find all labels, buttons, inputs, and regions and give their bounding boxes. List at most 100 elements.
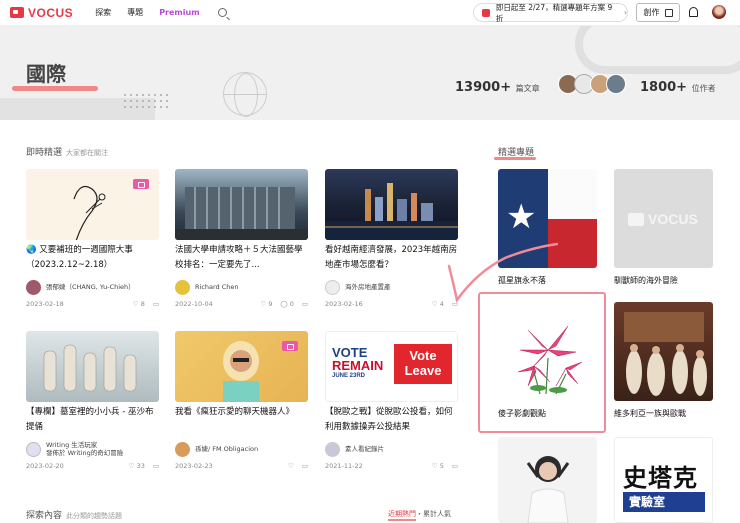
- topic-card[interactable]: VOCUS 馴獸師的海外冒險: [614, 169, 713, 286]
- vote-remain-graphic: VOTE REMAIN JUNE 23RD: [332, 346, 392, 380]
- vocus-logo[interactable]: VOCUS: [10, 6, 73, 20]
- top-bar: VOCUS 探索 專題 Premium: [0, 0, 740, 26]
- article-thumbnail[interactable]: [325, 169, 458, 240]
- victorian-painting-image[interactable]: [614, 302, 713, 401]
- placeholder-logo-icon: [628, 212, 644, 226]
- article-card[interactable]: 法國大學申請攻略＋５大法國藝學校排名：一定要先了... Richard Chen…: [175, 169, 308, 308]
- bookmark-icon[interactable]: ▭: [302, 462, 308, 470]
- comment-icon[interactable]: ◯ 0: [280, 300, 293, 308]
- heart-icon[interactable]: ♡ 9: [260, 300, 272, 308]
- article-meta: 2023-02-16 ♡ 4 ▭: [325, 300, 458, 308]
- article-date: 2023-02-16: [325, 300, 363, 308]
- heart-icon[interactable]: ♡: [288, 462, 294, 470]
- bookmark-icon[interactable]: ▭: [452, 462, 458, 470]
- article-author[interactable]: 孫婕/ FM Obligacion: [175, 441, 308, 457]
- topic-card[interactable]: 維多利亞一族與歐戰: [614, 302, 713, 419]
- topic-label[interactable]: 馴獸師的海外冒險: [614, 275, 713, 286]
- topic-card[interactable]: 史塔克 實驗室: [614, 437, 713, 523]
- article-author[interactable]: 海外房地產置產: [325, 279, 458, 295]
- author-name: Richard Chen: [195, 283, 239, 291]
- bookmark-icon[interactable]: ▭: [302, 300, 308, 308]
- topic-card[interactable]: [498, 437, 597, 523]
- author-avatar: [175, 441, 190, 457]
- hero-dot-grid: [122, 92, 172, 108]
- promo-text: 即日起至 2/27，精選專題年方案 9 折: [495, 2, 613, 23]
- heart-icon[interactable]: ♡ 33: [129, 462, 145, 470]
- article-title[interactable]: 我看《瘋狂示愛的聊天機器人》: [175, 405, 308, 436]
- painting-figures: [624, 312, 707, 396]
- nav-explore[interactable]: 探索: [95, 7, 111, 18]
- tab-separator: ・: [416, 510, 423, 518]
- tab-recent-hot[interactable]: 近期熱門: [388, 510, 416, 521]
- article-date: 2023-02-23: [175, 462, 213, 470]
- author-avatar: [175, 279, 190, 295]
- article-title[interactable]: 【專欄】墓室裡的小小兵 - 巫沙布提俑: [26, 405, 159, 436]
- explore-heading-text: 探索內容: [26, 511, 63, 521]
- article-thumbnail[interactable]: [26, 169, 159, 240]
- article-card[interactable]: 【專欄】墓室裡的小小兵 - 巫沙布提俑 Writing 生活玩家 發佈於 Writ…: [26, 331, 159, 470]
- figurines-image: [43, 344, 137, 392]
- edit-icon: [664, 8, 673, 17]
- article-count-value: 13900+: [455, 80, 512, 95]
- sort-tabs: 近期熱門・累計人氣: [388, 509, 451, 521]
- premium-lock-icon: [133, 179, 149, 189]
- article-card[interactable]: 我看《瘋狂示愛的聊天機器人》 孫婕/ FM Obligacion 2023-02…: [175, 331, 308, 470]
- user-avatar[interactable]: [712, 5, 726, 19]
- stark-lab-subtitle: 實驗室: [623, 492, 705, 512]
- article-title[interactable]: 法國大學申請攻略＋５大法國藝學校排名：一定要先了...: [175, 243, 308, 274]
- heart-icon[interactable]: ♡ 4: [432, 300, 444, 308]
- article-author[interactable]: Richard Chen: [175, 279, 308, 295]
- nav-topics[interactable]: 專題: [127, 7, 143, 18]
- explore-heading: 探索內容 此分類的趨勢話題: [26, 508, 122, 521]
- article-count-unit: 篇文章: [515, 84, 540, 93]
- article-thumbnail[interactable]: [175, 331, 308, 402]
- globe-icon: [223, 72, 267, 117]
- article-count: 13900+ 篇文章: [455, 80, 540, 95]
- stark-lab-image[interactable]: 史塔克 實驗室: [614, 437, 713, 523]
- article-thumbnail[interactable]: VOTE REMAIN JUNE 23RD Vote Leave: [325, 331, 458, 402]
- logo-icon: [10, 7, 24, 18]
- latest-heading-text: 即時精選: [26, 148, 63, 158]
- article-date: 2023-02-20: [26, 462, 64, 470]
- create-button[interactable]: 創作: [636, 3, 680, 22]
- article-thumbnail[interactable]: [26, 331, 159, 402]
- girl-photo-image[interactable]: [498, 437, 597, 523]
- article-card[interactable]: 🌏 又要補班的一週國際大事（2023.2.12~2.18） 張郁婕（CHANG,…: [26, 169, 159, 308]
- article-author[interactable]: Writing 生活玩家 發佈於 Writing的奇幻冒險: [26, 441, 159, 457]
- author-avatar[interactable]: [606, 74, 626, 94]
- article-date: 2022-10-04: [175, 300, 213, 308]
- author-name: 素人看紀錄片: [345, 445, 384, 453]
- heart-icon[interactable]: ♡ 5: [432, 462, 444, 470]
- topic-thumbnail[interactable]: VOCUS: [614, 169, 713, 268]
- star-icon: ★: [506, 197, 537, 237]
- article-author[interactable]: 張郁婕（CHANG, Yu-Chieh）: [26, 279, 159, 295]
- bookmark-icon[interactable]: ▭: [153, 300, 159, 308]
- like-count: 8: [140, 300, 145, 308]
- tab-popular[interactable]: 累計人氣: [423, 510, 451, 518]
- article-title[interactable]: 看好越南經濟發展，2023年越南房地產市場怎麼看？: [325, 243, 458, 274]
- flag-white: [548, 169, 597, 219]
- bell-icon[interactable]: [689, 7, 698, 17]
- bookmark-icon[interactable]: ▭: [153, 462, 159, 470]
- article-date: 2021-11-22: [325, 462, 363, 470]
- nav-premium[interactable]: Premium: [159, 8, 199, 17]
- article-author[interactable]: 素人看紀錄片: [325, 441, 458, 457]
- author-name: 張郁婕（CHANG, Yu-Chieh）: [46, 283, 135, 291]
- placeholder-logo-text: VOCUS: [648, 211, 698, 227]
- article-thumbnail[interactable]: [175, 169, 308, 240]
- author-count-value: 1800+: [640, 80, 688, 95]
- article-title[interactable]: 【脫歐之戰】從脫歐公投看，如何利用數據操弄公投結果: [325, 405, 458, 436]
- topic-label[interactable]: 維多利亞一族與歐戰: [614, 408, 713, 419]
- promo-tag-icon: [482, 8, 490, 17]
- search-icon[interactable]: [217, 8, 227, 17]
- article-title[interactable]: 🌏 又要補班的一週國際大事（2023.2.12~2.18）: [26, 243, 159, 274]
- promo-banner[interactable]: 即日起至 2/27，精選專題年方案 9 折 ›: [473, 2, 628, 23]
- author-publication: 發佈於 Writing的奇幻冒險: [46, 449, 124, 457]
- author-avatar: [26, 441, 41, 457]
- article-card[interactable]: 看好越南經濟發展，2023年越南房地產市場怎麼看？ 海外房地產置產 2023-0…: [325, 169, 458, 308]
- vote-leave-line2: Leave: [404, 363, 442, 378]
- heart-icon[interactable]: ♡ 8: [133, 300, 145, 308]
- article-card[interactable]: VOTE REMAIN JUNE 23RD Vote Leave 【脫歐之戰】從…: [325, 331, 458, 470]
- page-title: 國際: [26, 62, 66, 86]
- stark-lab-title: 史塔克: [623, 464, 698, 492]
